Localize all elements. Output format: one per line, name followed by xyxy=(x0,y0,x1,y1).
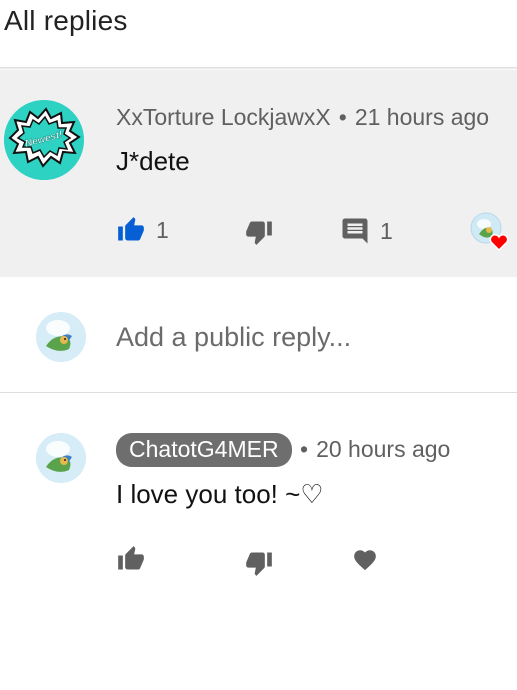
like-button[interactable] xyxy=(116,545,146,573)
thumbs-down-icon xyxy=(246,221,272,245)
page-title: All replies xyxy=(4,5,128,36)
comment-author[interactable]: XxTorture LockjawxX xyxy=(116,104,331,130)
reply-comment: ChatotG4MER • 20 hours ago I love you too… xyxy=(0,393,517,690)
user-avatar-icon xyxy=(36,433,86,483)
like-button[interactable]: 1 xyxy=(116,216,169,244)
avatar xyxy=(36,312,86,362)
reply-input-row: Add a public reply... xyxy=(0,277,517,393)
comment-time[interactable]: 21 hours ago xyxy=(355,104,489,130)
newest-badge-avatar: Newest! xyxy=(4,100,84,180)
reply-input[interactable]: Add a public reply... xyxy=(116,322,351,353)
comment-time[interactable]: • 20 hours ago xyxy=(300,436,450,463)
heart-button[interactable] xyxy=(351,547,379,573)
thumbs-down-icon xyxy=(246,552,272,576)
creator-heart xyxy=(470,212,510,252)
replies-header: All replies xyxy=(0,0,517,68)
thumbs-up-icon xyxy=(118,546,144,570)
comment-text: J*dete xyxy=(116,146,190,176)
parent-comment: Newest! XxTorture LockjawxX • 21 hours ago… xyxy=(0,70,517,277)
comment-icon xyxy=(342,218,368,244)
author-chip[interactable]: ChatotG4MER xyxy=(116,433,292,467)
avatar[interactable]: Newest! xyxy=(4,100,84,180)
separator-dot: • xyxy=(300,436,309,462)
comment-meta: XxTorture LockjawxX • 21 hours ago xyxy=(116,104,489,131)
heart-icon xyxy=(354,550,376,571)
avatar[interactable] xyxy=(36,433,86,483)
separator-dot: • xyxy=(338,104,347,130)
dislike-button[interactable] xyxy=(244,218,274,246)
like-count: 1 xyxy=(156,216,169,243)
comment-text: I love you too! ~♡ xyxy=(116,479,324,509)
dislike-button[interactable] xyxy=(244,549,274,577)
reply-time-text: 20 hours ago xyxy=(316,436,451,462)
reply-button[interactable]: 1 xyxy=(340,216,393,246)
thumbs-up-icon xyxy=(118,217,144,241)
reply-count: 1 xyxy=(380,217,393,244)
user-avatar-icon xyxy=(36,312,86,362)
creator-heart-avatar-icon xyxy=(470,212,509,252)
